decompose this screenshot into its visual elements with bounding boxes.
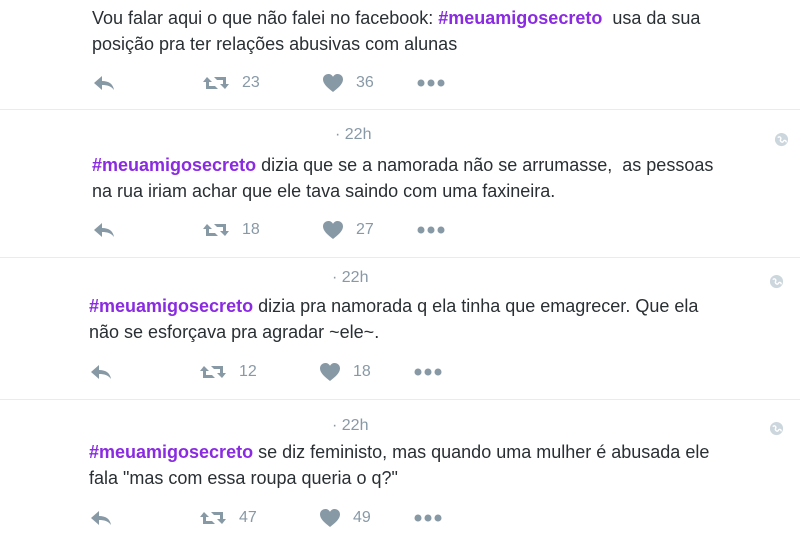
reply-button[interactable] xyxy=(89,362,199,382)
hashtag-link[interactable]: #meuamigosecreto xyxy=(438,8,602,28)
retweet-icon xyxy=(203,224,229,236)
tweet-timestamp[interactable]: · 22h xyxy=(332,269,368,287)
retweet-icon xyxy=(203,77,229,89)
reply-icon xyxy=(91,511,111,525)
reply-button[interactable] xyxy=(89,508,199,528)
more-button[interactable] xyxy=(414,514,442,522)
retweet-count: 18 xyxy=(242,221,260,238)
reply-icon xyxy=(91,365,111,379)
retweet-button[interactable]: 47 xyxy=(199,508,319,528)
retweet-count: 47 xyxy=(239,509,257,526)
more-icon xyxy=(414,368,442,376)
more-icon xyxy=(417,79,445,87)
retweet-button[interactable]: 18 xyxy=(202,220,322,240)
tweet-text-lead: Vou falar aqui o que não falei no facebo… xyxy=(92,8,439,28)
more-button[interactable] xyxy=(414,368,442,376)
heart-icon xyxy=(323,221,343,239)
like-count: 18 xyxy=(353,363,371,380)
hashtag-link[interactable]: #meuamigosecreto xyxy=(92,155,256,175)
like-button[interactable]: 27 xyxy=(322,220,417,240)
reply-button[interactable] xyxy=(92,73,202,93)
more-button[interactable] xyxy=(417,79,445,87)
tweet-text: #meuamigosecreto se diz feministo, mas q… xyxy=(89,439,789,491)
tweet-text: #meuamigosecreto dizia pra namorada q el… xyxy=(89,293,789,345)
tweet: Vou falar aqui o que não falei no facebo… xyxy=(0,0,800,110)
tweet-feed: Vou falar aqui o que não falei no facebo… xyxy=(0,0,800,533)
retweet-button[interactable]: 12 xyxy=(199,362,319,382)
globe-icon xyxy=(769,421,784,436)
like-count: 36 xyxy=(356,74,374,91)
tweet-text: #meuamigosecreto dizia que se a namorada… xyxy=(92,152,792,204)
tweet: · 22h #meuamigosecreto dizia pra namorad… xyxy=(0,258,800,400)
hashtag-link[interactable]: #meuamigosecreto xyxy=(89,442,253,462)
heart-icon xyxy=(320,509,340,527)
more-icon xyxy=(417,226,445,234)
more-button[interactable] xyxy=(417,226,445,234)
reply-icon xyxy=(94,223,114,237)
hashtag-link[interactable]: #meuamigosecreto xyxy=(89,296,253,316)
retweet-count: 12 xyxy=(239,363,257,380)
globe-icon xyxy=(769,274,784,289)
tweet-timestamp[interactable]: · 22h xyxy=(332,417,368,435)
globe-icon xyxy=(774,132,789,147)
heart-icon xyxy=(320,363,340,381)
tweet-actions: 18 27 xyxy=(92,218,445,242)
tweet-timestamp[interactable]: · 22h xyxy=(335,126,371,144)
tweet-text: Vou falar aqui o que não falei no facebo… xyxy=(92,5,792,57)
more-icon xyxy=(414,514,442,522)
like-button[interactable]: 36 xyxy=(322,73,417,93)
retweet-count: 23 xyxy=(242,74,260,91)
like-count: 49 xyxy=(353,509,371,526)
tweet-actions: 47 49 xyxy=(89,506,442,530)
tweet-actions: 12 18 xyxy=(89,360,442,384)
like-button[interactable]: 49 xyxy=(319,508,414,528)
retweet-icon xyxy=(200,512,226,524)
reply-icon xyxy=(94,76,114,90)
tweet: · 22h #meuamigosecreto se diz feministo,… xyxy=(0,400,800,533)
retweet-icon xyxy=(200,366,226,378)
heart-icon xyxy=(323,74,343,92)
reply-button[interactable] xyxy=(92,220,202,240)
tweet-actions: 23 36 xyxy=(92,71,445,95)
like-count: 27 xyxy=(356,221,374,238)
tweet: · 22h #meuamigosecreto dizia que se a na… xyxy=(0,110,800,258)
like-button[interactable]: 18 xyxy=(319,362,414,382)
retweet-button[interactable]: 23 xyxy=(202,73,322,93)
